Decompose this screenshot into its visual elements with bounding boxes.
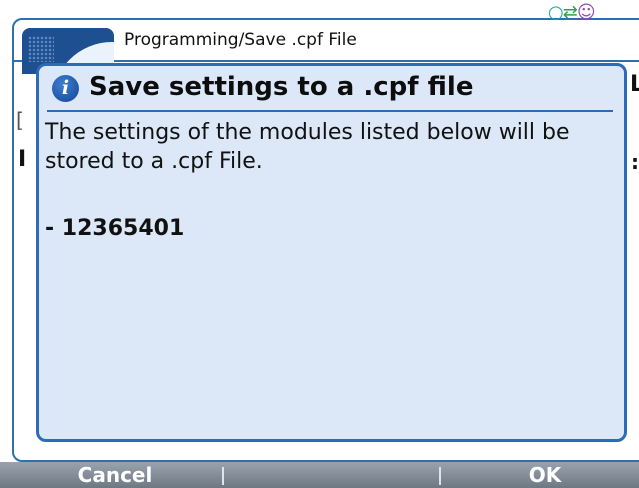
- user-icon: ☺: [576, 2, 596, 23]
- dialog-header: i Save settings to a .cpf file: [39, 66, 624, 110]
- softkey-separator: [439, 467, 441, 485]
- dialog-message-text: The settings of the modules listed below…: [45, 120, 570, 174]
- background-fragment: [: [16, 108, 24, 132]
- dialog-title: Save settings to a .cpf file: [89, 72, 474, 102]
- ok-button[interactable]: OK: [470, 463, 620, 488]
- softkey-bar: Cancel OK: [0, 462, 639, 488]
- softkey-separator: [222, 467, 224, 485]
- title-divider: [47, 110, 613, 112]
- cancel-button[interactable]: Cancel: [40, 463, 190, 488]
- module-list-item: - 12365401: [45, 216, 185, 241]
- save-settings-dialog: i Save settings to a .cpf file The setti…: [36, 63, 627, 442]
- network-status-icon: ○: [548, 2, 564, 23]
- background-fragment: I: [18, 147, 27, 172]
- background-fragment: :: [631, 150, 639, 174]
- info-icon: i: [52, 75, 79, 102]
- status-icons: ○⇄☺: [548, 2, 596, 23]
- middle-softkey[interactable]: [225, 463, 435, 488]
- dialog-message: The settings of the modules listed below…: [45, 118, 620, 176]
- window-title: Programming/Save .cpf File: [124, 30, 357, 50]
- device-screen: Programming/Save .cpf File ○⇄☺ [ I L : i…: [0, 0, 639, 488]
- connection-arrows-icon: ⇄: [562, 2, 578, 23]
- background-fragment: L: [630, 72, 639, 97]
